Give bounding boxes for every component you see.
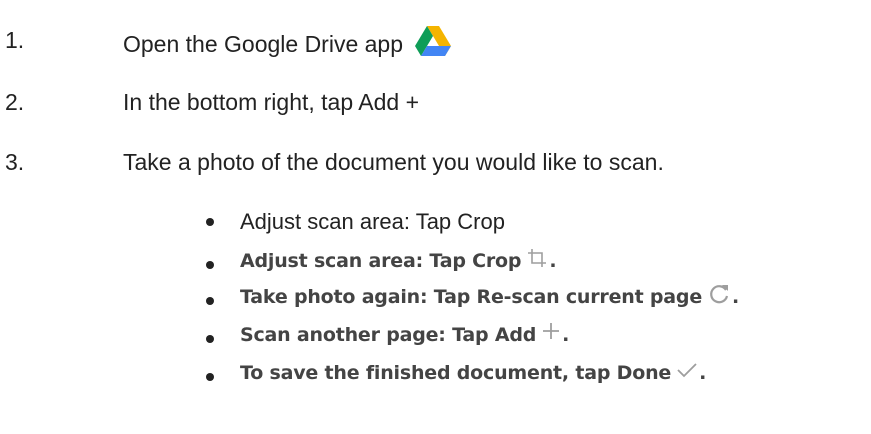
step-label: Open the Google Drive app: [123, 31, 404, 57]
bullet-text: To save the finished document, tap Done …: [240, 356, 706, 390]
bullet-label: To save the finished document, tap Done: [240, 362, 672, 384]
bullet-label: Adjust scan area: Tap Crop: [240, 209, 505, 234]
bullet-dot: [206, 335, 214, 343]
google-drive-icon: [415, 26, 452, 56]
bullet-label: Take photo again: Tap Re-scan current pa…: [240, 286, 703, 308]
step-number: 2.: [5, 89, 25, 115]
bullet-label: Scan another page: Tap Add: [240, 324, 537, 346]
bullet-label: Adjust scan area: Tap Crop: [240, 250, 522, 272]
bullet-period: .: [732, 286, 740, 308]
step-number: 3.: [5, 149, 25, 175]
bullet-period: .: [549, 250, 557, 272]
step-text: Take a photo of the document you would l…: [123, 149, 664, 175]
step-number: 1.: [5, 27, 25, 53]
bullet-text: Scan another page: Tap Add .: [240, 318, 569, 352]
bullet-dot: [206, 218, 214, 226]
checkmark-icon: [677, 362, 697, 378]
bullet-text: Adjust scan area: Tap Crop: [240, 207, 505, 237]
step-text: Open the Google Drive app: [123, 26, 452, 58]
refresh-icon: [708, 283, 730, 305]
bullet-text: Adjust scan area: Tap Crop .: [240, 246, 557, 276]
bullet-period: .: [562, 324, 570, 346]
step-text: In the bottom right, tap Add +: [123, 89, 420, 115]
bullet-dot: [206, 261, 214, 269]
plus-icon: [542, 322, 560, 340]
bullet-dot: [206, 297, 214, 305]
bullet-dot: [206, 373, 214, 381]
bullet-text: Take photo again: Tap Re-scan current pa…: [240, 280, 739, 314]
crop-icon: [527, 248, 547, 268]
bullet-period: .: [699, 362, 707, 384]
